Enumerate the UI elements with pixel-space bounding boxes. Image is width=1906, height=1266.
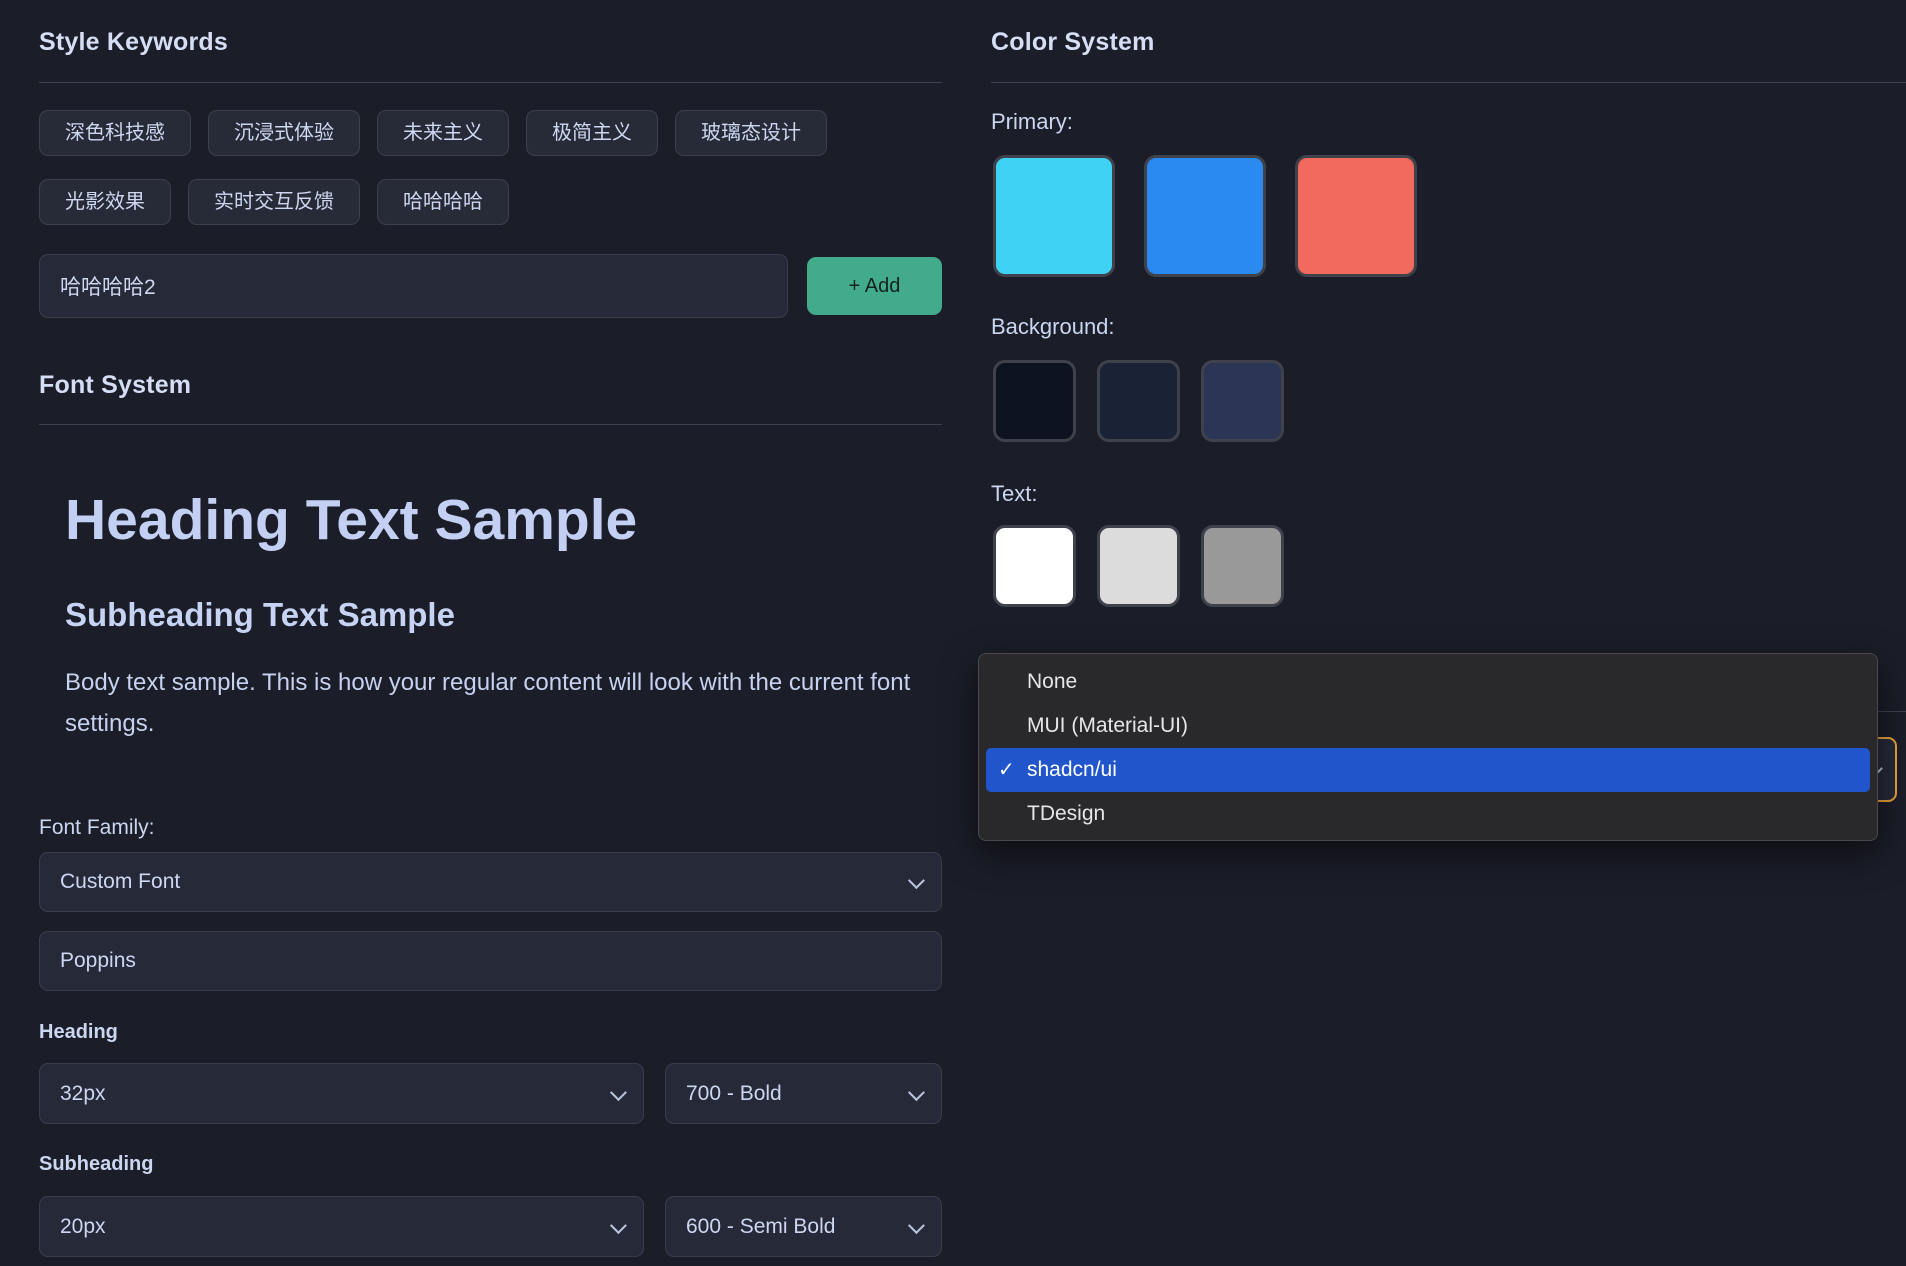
menu-item-none[interactable]: None	[979, 660, 1877, 704]
background-color-swatch[interactable]	[1201, 360, 1284, 442]
color-system-divider	[991, 82, 1906, 83]
keyword-chip[interactable]: 沉浸式体验	[208, 110, 360, 156]
subheading-weight-select[interactable]: 600 - Semi Bold	[665, 1196, 942, 1257]
color-system-title: Color System	[991, 28, 1155, 57]
text-color-swatch[interactable]	[1097, 525, 1180, 607]
body-text-sample: Body text sample. This is how your regul…	[65, 662, 942, 744]
text-colors-label: Text:	[991, 481, 1037, 507]
chevron-down-icon	[908, 872, 925, 889]
heading-size-select[interactable]: 32px	[39, 1063, 644, 1124]
subheading-settings-label: Subheading	[39, 1153, 153, 1176]
keyword-chip[interactable]: 光影效果	[39, 179, 171, 225]
chevron-down-icon	[908, 1217, 925, 1234]
text-color-swatch[interactable]	[993, 525, 1076, 607]
primary-color-swatch[interactable]	[1295, 155, 1417, 277]
heading-settings-label: Heading	[39, 1021, 118, 1044]
subheading-size-select[interactable]: 20px	[39, 1196, 644, 1257]
heading-text-sample: Heading Text Sample	[65, 487, 637, 553]
heading-weight-value: 700 - Bold	[686, 1082, 897, 1106]
chevron-down-icon	[908, 1084, 925, 1101]
menu-item-label: shadcn/ui	[1027, 748, 1117, 792]
heading-size-value: 32px	[60, 1082, 599, 1106]
primary-colors-label: Primary:	[991, 109, 1073, 135]
custom-font-input[interactable]	[39, 931, 942, 991]
add-keyword-row: + Add	[39, 254, 942, 318]
font-family-select-value: Custom Font	[60, 870, 897, 894]
primary-swatch-row	[993, 155, 1446, 277]
background-colors-label: Background:	[991, 314, 1115, 340]
font-system-title: Font System	[39, 371, 191, 400]
checkmark-icon: ✓	[998, 748, 1027, 792]
keyword-chip[interactable]: 未来主义	[377, 110, 509, 156]
left-column: Style Keywords 深色科技感 沉浸式体验 未来主义 极简主义 玻璃态…	[39, 0, 942, 1266]
background-color-swatch[interactable]	[1097, 360, 1180, 442]
heading-weight-select[interactable]: 700 - Bold	[665, 1063, 942, 1124]
menu-item-shadcn-selected[interactable]: ✓ shadcn/ui	[986, 748, 1870, 792]
right-column: Color System Primary: Background: Text:	[991, 0, 1906, 1266]
subheading-weight-value: 600 - Semi Bold	[686, 1215, 897, 1239]
keyword-chip[interactable]: 实时交互反馈	[188, 179, 360, 225]
text-color-swatch[interactable]	[1201, 525, 1284, 607]
subheading-size-value: 20px	[60, 1215, 599, 1239]
chevron-down-icon	[610, 1084, 627, 1101]
primary-color-swatch[interactable]	[993, 155, 1115, 277]
keyword-chip[interactable]: 深色科技感	[39, 110, 191, 156]
keyword-chip[interactable]: 玻璃态设计	[675, 110, 827, 156]
menu-item-tdesign[interactable]: TDesign	[979, 792, 1877, 836]
design-settings-page: Style Keywords 深色科技感 沉浸式体验 未来主义 极简主义 玻璃态…	[0, 0, 1906, 1266]
keyword-chip[interactable]: 哈哈哈哈	[377, 179, 509, 225]
font-system-divider	[39, 424, 942, 425]
primary-color-swatch[interactable]	[1144, 155, 1266, 277]
style-keywords-title: Style Keywords	[39, 28, 228, 57]
keyword-input[interactable]	[39, 254, 788, 318]
keyword-chip[interactable]: 极简主义	[526, 110, 658, 156]
menu-item-mui[interactable]: MUI (Material-UI)	[979, 704, 1877, 748]
style-keywords-divider	[39, 82, 942, 83]
background-color-swatch[interactable]	[993, 360, 1076, 442]
component-library-menu: None MUI (Material-UI) ✓ shadcn/ui TDesi…	[978, 653, 1878, 841]
subheading-text-sample: Subheading Text Sample	[65, 596, 455, 634]
text-swatch-row	[993, 525, 1305, 607]
style-keyword-chips: 深色科技感 沉浸式体验 未来主义 极简主义 玻璃态设计 光影效果 实时交互反馈 …	[39, 110, 942, 225]
chevron-down-icon	[610, 1217, 627, 1234]
background-swatch-row	[993, 360, 1305, 442]
add-keyword-button[interactable]: + Add	[807, 257, 942, 315]
font-family-label: Font Family:	[39, 816, 155, 840]
font-family-select[interactable]: Custom Font	[39, 852, 942, 912]
